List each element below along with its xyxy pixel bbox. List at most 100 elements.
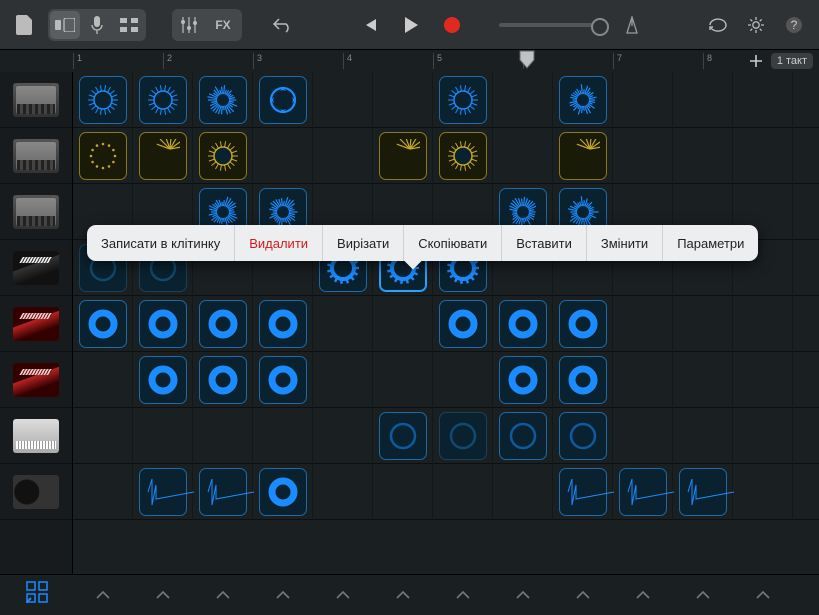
- grid-cell[interactable]: [613, 352, 673, 408]
- grid-cell[interactable]: [613, 296, 673, 352]
- loop-cell[interactable]: [199, 300, 247, 348]
- grid-cell[interactable]: [673, 72, 733, 128]
- grid-cell[interactable]: [433, 352, 493, 408]
- loop-cell[interactable]: [199, 468, 247, 516]
- loop-icon[interactable]: [703, 11, 733, 39]
- timeline-ruler[interactable]: 12345678: [73, 50, 727, 72]
- column-trigger[interactable]: [373, 575, 433, 615]
- grid-cell[interactable]: [613, 464, 673, 520]
- grid-cell[interactable]: [433, 408, 493, 464]
- loop-cell[interactable]: [499, 300, 547, 348]
- rewind-icon[interactable]: [355, 11, 385, 39]
- grid-cell[interactable]: [493, 352, 553, 408]
- grid-cell[interactable]: [193, 72, 253, 128]
- ctx-edit[interactable]: Змінити: [586, 225, 662, 261]
- loop-cell[interactable]: [559, 468, 607, 516]
- grid-cell[interactable]: [493, 128, 553, 184]
- loop-cell[interactable]: [559, 76, 607, 124]
- grid-toggle-icon[interactable]: [26, 581, 48, 608]
- grid-cell[interactable]: [733, 464, 793, 520]
- play-icon[interactable]: [393, 11, 429, 39]
- column-trigger[interactable]: [613, 575, 673, 615]
- grid-cell[interactable]: [253, 408, 313, 464]
- new-project-icon[interactable]: [10, 11, 40, 39]
- loop-cell[interactable]: [139, 76, 187, 124]
- grid-cell[interactable]: [253, 352, 313, 408]
- grid-cell[interactable]: [733, 72, 793, 128]
- grid-cell[interactable]: [673, 408, 733, 464]
- track-header[interactable]: [0, 464, 72, 520]
- loop-cell[interactable]: [79, 132, 127, 180]
- playhead-marker[interactable]: [519, 50, 535, 70]
- loop-cell[interactable]: [679, 468, 727, 516]
- loop-cell[interactable]: [199, 76, 247, 124]
- grid-cell[interactable]: [193, 464, 253, 520]
- mic-icon[interactable]: [82, 11, 112, 39]
- loop-cell[interactable]: [379, 132, 427, 180]
- grid-cell[interactable]: [133, 296, 193, 352]
- grid-cell[interactable]: [313, 408, 373, 464]
- track-header[interactable]: [0, 352, 72, 408]
- loop-cell[interactable]: [259, 300, 307, 348]
- grid-cell[interactable]: [553, 464, 613, 520]
- column-trigger[interactable]: [553, 575, 613, 615]
- loop-cell[interactable]: [499, 356, 547, 404]
- fx-button[interactable]: FX: [206, 11, 240, 39]
- track-header[interactable]: [0, 184, 72, 240]
- grid-cell[interactable]: [673, 296, 733, 352]
- ctx-cut[interactable]: Вирізати: [322, 225, 403, 261]
- grid-cell[interactable]: [73, 128, 133, 184]
- grid-cell[interactable]: [373, 408, 433, 464]
- grid-cell[interactable]: [673, 464, 733, 520]
- grid-cell[interactable]: [133, 464, 193, 520]
- loop-cell[interactable]: [559, 356, 607, 404]
- grid-cell[interactable]: [313, 296, 373, 352]
- grid-cell[interactable]: [553, 408, 613, 464]
- grid-cell[interactable]: [733, 408, 793, 464]
- grid-cell[interactable]: [733, 352, 793, 408]
- grid-cell[interactable]: [193, 128, 253, 184]
- grid-cell[interactable]: [73, 296, 133, 352]
- loop-cell[interactable]: [199, 132, 247, 180]
- ctx-record[interactable]: Записати в клітинку: [87, 225, 234, 261]
- loop-cell[interactable]: [259, 356, 307, 404]
- loop-cell[interactable]: [439, 76, 487, 124]
- column-trigger[interactable]: [313, 575, 373, 615]
- grid-cell[interactable]: [613, 72, 673, 128]
- track-header[interactable]: [0, 408, 72, 464]
- grid-cell[interactable]: [373, 464, 433, 520]
- grid-cell[interactable]: [733, 296, 793, 352]
- grid-cell[interactable]: [133, 408, 193, 464]
- loop-cell[interactable]: [559, 412, 607, 460]
- grid-cell[interactable]: [73, 352, 133, 408]
- grid-cell[interactable]: [133, 352, 193, 408]
- grid-cell[interactable]: [373, 128, 433, 184]
- track-header[interactable]: [0, 128, 72, 184]
- loop-cell[interactable]: [139, 132, 187, 180]
- grid-cell[interactable]: [553, 296, 613, 352]
- volume-slider[interactable]: [499, 23, 609, 27]
- tracks-view-button[interactable]: [50, 11, 80, 39]
- loop-cell[interactable]: [139, 356, 187, 404]
- grid-cell[interactable]: [313, 464, 373, 520]
- column-trigger[interactable]: [433, 575, 493, 615]
- ctx-paste[interactable]: Вставити: [501, 225, 586, 261]
- grid-cell[interactable]: [133, 128, 193, 184]
- loop-cell[interactable]: [379, 412, 427, 460]
- loop-cell[interactable]: [439, 412, 487, 460]
- grid-cell[interactable]: [253, 128, 313, 184]
- loop-cell[interactable]: [79, 76, 127, 124]
- bars-button[interactable]: 1 такт: [771, 53, 813, 69]
- settings-icon[interactable]: [741, 11, 771, 39]
- loop-cell[interactable]: [559, 132, 607, 180]
- grid-cell[interactable]: [553, 352, 613, 408]
- column-trigger[interactable]: [673, 575, 733, 615]
- loop-cell[interactable]: [499, 412, 547, 460]
- grid-cell[interactable]: [73, 408, 133, 464]
- grid-cell[interactable]: [73, 464, 133, 520]
- column-trigger[interactable]: [493, 575, 553, 615]
- help-icon[interactable]: ?: [779, 11, 809, 39]
- grid-view-button[interactable]: [114, 11, 144, 39]
- column-trigger[interactable]: [253, 575, 313, 615]
- ctx-settings[interactable]: Параметри: [662, 225, 758, 261]
